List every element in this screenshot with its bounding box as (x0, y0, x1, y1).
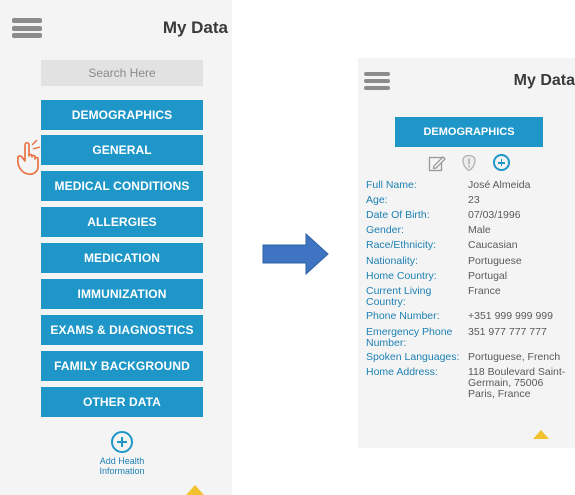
category-button-general[interactable]: GENERAL (41, 135, 203, 165)
field-value: 07/03/1996 (468, 209, 521, 221)
shield-icon[interactable] (460, 154, 478, 172)
scroll-indicator-icon[interactable] (186, 485, 204, 495)
category-button-allergies[interactable]: ALLERGIES (41, 207, 203, 237)
edit-icon[interactable] (428, 154, 446, 172)
field-value: Portuguese, French (468, 351, 561, 363)
hamburger-menu-icon[interactable] (12, 18, 42, 38)
field-value: +351 999 999 999 (468, 310, 553, 322)
top-bar: My Data (0, 0, 232, 48)
field-value: France (468, 285, 501, 297)
category-button-family-background[interactable]: FAMILY BACKGROUND (41, 351, 203, 381)
field-label: Age: (366, 194, 388, 206)
field-label: Gender: (366, 224, 404, 236)
action-icons (428, 154, 518, 174)
page-title: My Data (162, 18, 228, 37)
add-plus-icon[interactable] (111, 431, 133, 453)
add-plus-icon[interactable] (493, 154, 510, 171)
field-value: 23 (468, 194, 480, 206)
category-button-medication[interactable]: MEDICATION (41, 243, 203, 273)
right-arrow-icon (262, 232, 329, 276)
field-value: Male (468, 224, 491, 236)
field-label: Nationality: (366, 255, 418, 267)
search-input[interactable]: Search Here (41, 60, 203, 86)
field-label: Emergency Phone Number: (366, 326, 453, 349)
category-button-immunization[interactable]: IMMUNIZATION (41, 279, 203, 309)
field-label: Date Of Birth: (366, 209, 430, 221)
field-value: José Almeida (468, 179, 531, 191)
field-label: Full Name: (366, 179, 417, 191)
add-health-information[interactable]: Add Health Information (82, 431, 162, 476)
category-header-demographics[interactable]: DEMOGRAPHICS (395, 117, 543, 147)
field-label: Current Living Country: (366, 285, 432, 308)
field-label: Phone Number: (366, 310, 440, 322)
my-data-list-screen: My Data Search Here DEMOGRAPHICS GENERAL M… (0, 0, 232, 495)
field-label: Spoken Languages: (366, 351, 460, 363)
category-button-exams-diagnostics[interactable]: EXAMS & DIAGNOSTICS (41, 315, 203, 345)
category-button-demographics[interactable]: DEMOGRAPHICS (41, 100, 203, 130)
category-button-medical-conditions[interactable]: MEDICAL CONDITIONS (41, 171, 203, 201)
add-health-label: Add Health Information (99, 456, 145, 476)
scroll-indicator-icon[interactable] (533, 430, 549, 439)
field-value: Caucasian (468, 239, 518, 251)
demographics-detail-screen: My Data DEMOGRAPHICS Full Name: José Alme… (358, 58, 575, 448)
field-label: Race/Ethnicity: (366, 239, 437, 251)
field-value: Portuguese (468, 255, 522, 267)
hand-pointer-icon (17, 139, 41, 175)
field-label: Home Address: (366, 366, 438, 378)
field-value: 118 Boulevard Saint-Germain, 75006 Paris… (468, 366, 566, 400)
category-button-other-data[interactable]: OTHER DATA (41, 387, 203, 417)
hamburger-menu-icon[interactable] (364, 72, 390, 90)
field-value: 351 977 777 777 (468, 326, 547, 338)
comparison-stage: My Data Search Here DEMOGRAPHICS GENERAL M… (0, 0, 575, 495)
page-title: My Data (513, 72, 575, 89)
field-value: Portugal (468, 270, 508, 282)
field-label: Home Country: (366, 270, 437, 282)
